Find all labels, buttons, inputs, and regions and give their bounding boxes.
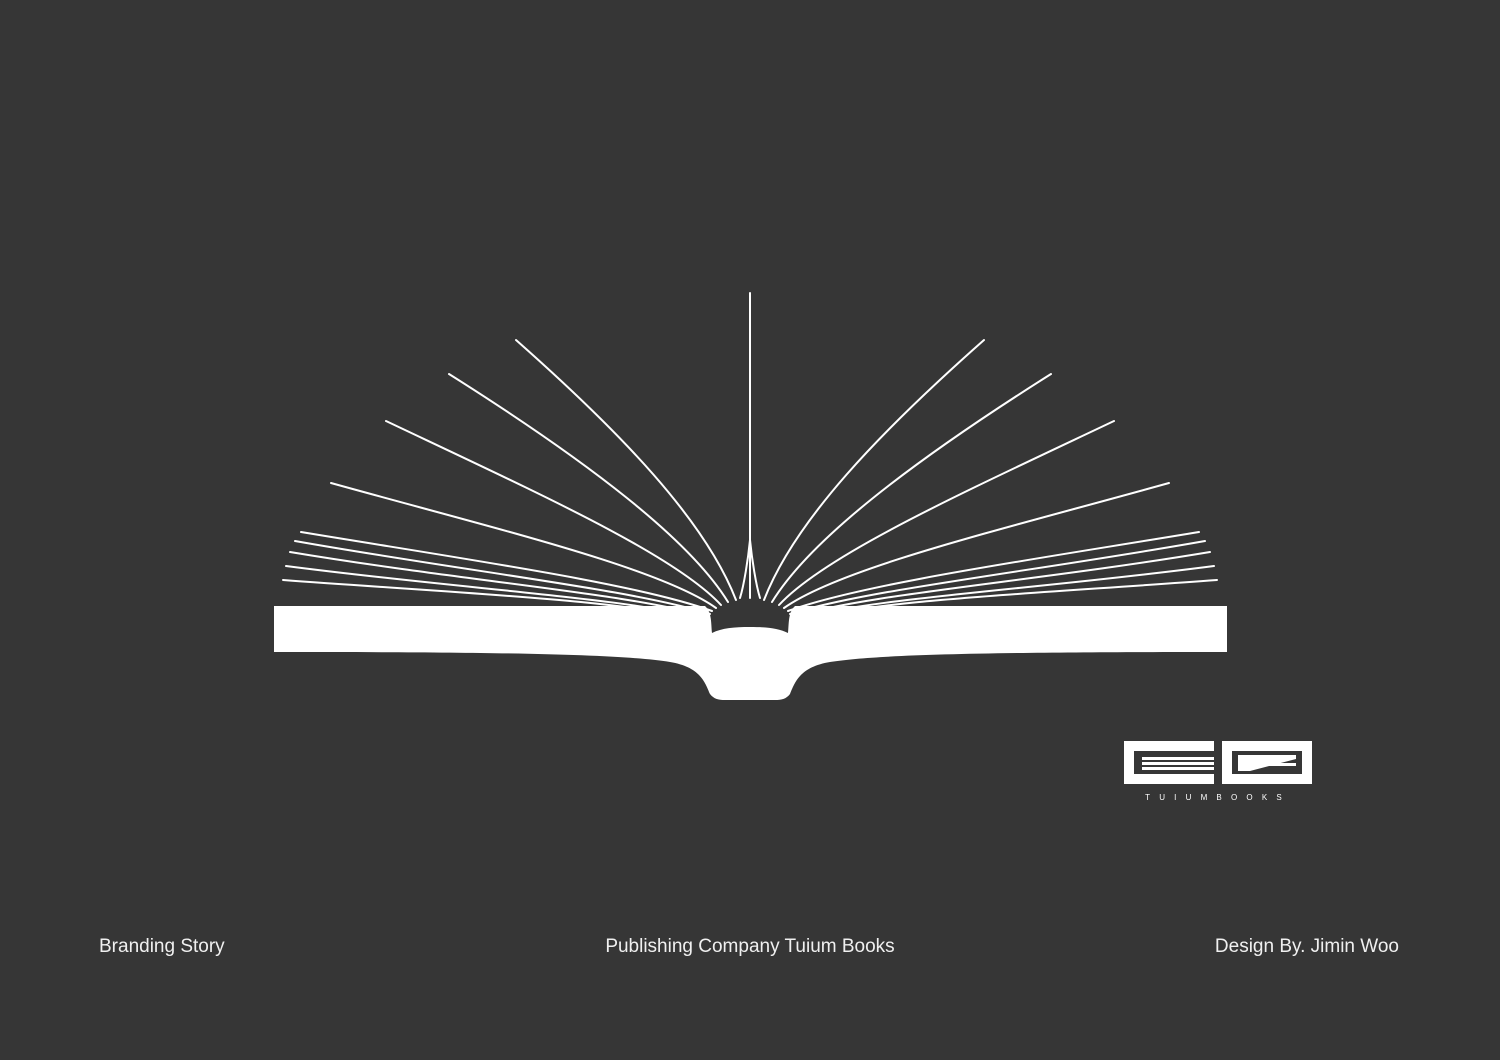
page-line: [739, 539, 751, 599]
open-book-illustration: [274, 292, 1227, 700]
logo-wordmark: TUIUMBOOKS: [1145, 793, 1291, 802]
poster-canvas: TUIUMBOOKS Branding Story Publishing Com…: [0, 0, 1500, 1060]
page-line: [778, 420, 1115, 606]
footer-designer-credit: Design By. Jimin Woo: [1214, 936, 1399, 957]
page-line: [515, 339, 737, 601]
page-line: [385, 420, 722, 606]
tuium-books-logo: TUIUMBOOKS: [1124, 741, 1312, 802]
book-cover: [274, 606, 1227, 700]
logo-mark: [1124, 741, 1312, 784]
page-line: [749, 539, 761, 599]
page-line: [763, 339, 985, 601]
book-pages: [282, 292, 1218, 623]
